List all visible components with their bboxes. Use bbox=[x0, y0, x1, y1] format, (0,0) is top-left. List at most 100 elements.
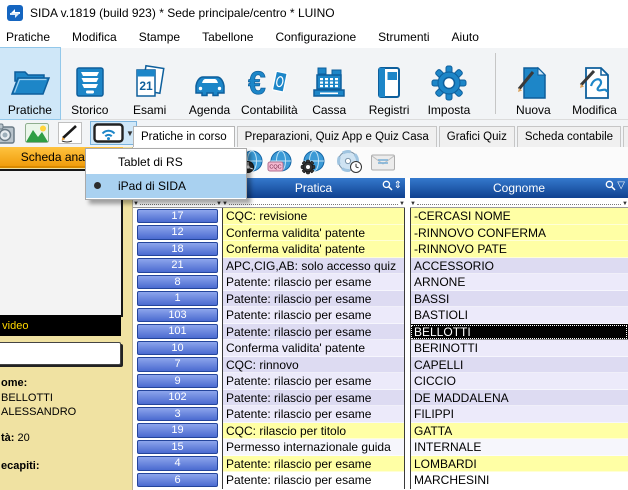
pratica-cell[interactable]: APC,CIG,AB: solo accesso quiz bbox=[222, 258, 405, 275]
filter-icon[interactable]: ▽ bbox=[617, 181, 625, 191]
row-number-cell[interactable]: 10 bbox=[137, 341, 218, 356]
cognome-cell[interactable]: FILIPPI bbox=[410, 406, 628, 423]
toolbar-label: Contabilità bbox=[241, 103, 298, 117]
pratica-cell[interactable]: Patente: rilascio per esame bbox=[222, 472, 405, 489]
cognome-cell[interactable]: ARNONE bbox=[410, 274, 628, 291]
search-icon[interactable] bbox=[382, 180, 393, 191]
row-number-cell[interactable]: 18 bbox=[137, 242, 218, 257]
pratica-cell[interactable]: CQC: rilascio per titolo bbox=[222, 423, 405, 440]
cognome-cell[interactable]: INTERNALE bbox=[410, 439, 628, 456]
row-number-cell[interactable]: 9 bbox=[137, 374, 218, 389]
column-header-pratica[interactable]: Pratica ⇕ bbox=[222, 178, 405, 198]
toolbar-cassa-button[interactable]: Cassa bbox=[299, 48, 359, 119]
pratica-cell[interactable]: Patente: rilascio per esame bbox=[222, 291, 405, 308]
toolbar-contabilita-button[interactable]: € Contabilità bbox=[239, 48, 299, 119]
cognome-cell[interactable]: CAPELLI bbox=[410, 357, 628, 374]
pratica-cell[interactable]: Permesso internazionale guida bbox=[222, 439, 405, 456]
row-number-cell[interactable]: 8 bbox=[137, 275, 218, 290]
filter-row-cognome[interactable]: ▼ ▼ bbox=[410, 198, 628, 208]
row-number-cell[interactable]: 4 bbox=[137, 456, 218, 471]
row-number-cell[interactable]: 12 bbox=[137, 225, 218, 240]
cognome-cell[interactable]: DE MADDALENA bbox=[410, 390, 628, 407]
globe-cqc-icon[interactable]: CQC bbox=[267, 150, 293, 175]
row-number-cell[interactable]: 102 bbox=[137, 390, 218, 405]
disc-history-icon[interactable] bbox=[337, 150, 363, 175]
cognome-cell[interactable]: CICCIO bbox=[410, 373, 628, 390]
cognome-cell[interactable]: BELLOTTI bbox=[410, 324, 628, 341]
row-number-cell[interactable]: 103 bbox=[137, 308, 218, 323]
cognome-cell[interactable]: ACCESSORIO bbox=[410, 258, 628, 275]
row-number-cell[interactable]: 3 bbox=[137, 407, 218, 422]
menu-stampe[interactable]: Stampe bbox=[128, 27, 191, 47]
sidebar-white-button[interactable] bbox=[0, 342, 121, 365]
menu-configurazione[interactable]: Configurazione bbox=[264, 27, 367, 47]
video-capture-bar[interactable]: o video bbox=[0, 315, 121, 336]
row-number-cell[interactable]: 15 bbox=[137, 440, 218, 455]
image-icon[interactable] bbox=[25, 122, 49, 144]
cognome-cell[interactable]: BASTIOLI bbox=[410, 307, 628, 324]
menu-item-tablet-di-rs[interactable]: Tablet di RS bbox=[86, 150, 246, 174]
toolbar-imposta-button[interactable]: Imposta bbox=[419, 48, 479, 119]
row-number-cell[interactable]: 6 bbox=[137, 473, 218, 488]
table-row: 6 Patente: rilascio per esame MARCHESINI bbox=[133, 472, 628, 489]
pratica-cell[interactable]: Conferma validita' patente bbox=[222, 241, 405, 258]
tab-pratiche-in-corso[interactable]: Pratiche in corso bbox=[133, 126, 235, 147]
pratica-cell[interactable]: CQC: rinnovo bbox=[222, 357, 405, 374]
table-rows: 17 CQC: revisione -CERCASI NOME 12 Confe… bbox=[133, 208, 628, 490]
pratica-cell[interactable]: Patente: rilascio per esame bbox=[222, 274, 405, 291]
column-header-cognome[interactable]: Cognome ▽ bbox=[410, 178, 628, 198]
camera-icon[interactable] bbox=[0, 122, 16, 145]
tab-preparazioni-quiz[interactable]: Preparazioni, Quiz App e Quiz Casa bbox=[237, 126, 437, 147]
toolbar-nuova-button[interactable]: Nuova bbox=[506, 48, 561, 119]
pratica-cell[interactable]: Patente: rilascio per esame bbox=[222, 456, 405, 473]
menu-item-ipad-di-sida[interactable]: iPad di SIDA bbox=[86, 174, 246, 198]
menu-tabellone[interactable]: Tabellone bbox=[191, 27, 264, 47]
pratica-cell[interactable]: Conferma validita' patente bbox=[222, 340, 405, 357]
filter-row-pratica[interactable]: ▼ ▼ bbox=[222, 198, 405, 208]
gear-icon bbox=[428, 63, 470, 103]
cognome-cell[interactable]: -RINNOVO PATE bbox=[410, 241, 628, 258]
tab-scheda-contabile[interactable]: Scheda contabile bbox=[517, 126, 621, 147]
row-number-cell[interactable]: 7 bbox=[137, 357, 218, 372]
cognome-cell[interactable]: BASSI bbox=[410, 291, 628, 308]
toolbar-registri-button[interactable]: Registri bbox=[359, 48, 419, 119]
toolbar-pratiche-button[interactable]: Pratiche bbox=[0, 48, 60, 119]
cognome-cell[interactable]: GATTA bbox=[410, 423, 628, 440]
menu-pratiche[interactable]: Pratiche bbox=[0, 27, 61, 47]
toolbar-storico-button[interactable]: Storico bbox=[60, 48, 120, 119]
signature-pen-icon[interactable] bbox=[58, 122, 82, 144]
row-number-cell[interactable]: 101 bbox=[137, 324, 218, 339]
row-number-cell[interactable]: 17 bbox=[137, 209, 218, 224]
row-number-cell[interactable]: 21 bbox=[137, 258, 218, 273]
student-firstname: ALESSANDRO bbox=[1, 405, 76, 419]
row-number-cell[interactable]: 1 bbox=[137, 291, 218, 306]
globe-gear-icon[interactable] bbox=[300, 150, 326, 175]
pratica-cell[interactable]: Patente: rilascio per esame bbox=[222, 324, 405, 341]
cognome-cell[interactable]: MARCHESINI bbox=[410, 472, 628, 489]
menu-aiuto[interactable]: Aiuto bbox=[441, 27, 490, 47]
pratica-cell[interactable]: CQC: revisione bbox=[222, 208, 405, 225]
cognome-cell[interactable]: BERINOTTI bbox=[410, 340, 628, 357]
tablet-sync-split-button[interactable]: ▼ bbox=[90, 121, 137, 145]
pratica-cell[interactable]: Patente: rilascio per esame bbox=[222, 373, 405, 390]
tablet-wifi-icon bbox=[93, 123, 124, 143]
menu-strumenti[interactable]: Strumenti bbox=[367, 27, 440, 47]
sort-icon[interactable]: ⇕ bbox=[394, 181, 402, 191]
tab-grafici-quiz[interactable]: Grafici Quiz bbox=[439, 126, 515, 147]
row-number-cell[interactable]: 19 bbox=[137, 423, 218, 438]
toolbar-agenda-button[interactable]: Agenda bbox=[180, 48, 240, 119]
pratica-cell[interactable]: Conferma validita' patente bbox=[222, 225, 405, 242]
toolbar-esami-button[interactable]: 21 Esami bbox=[120, 48, 180, 119]
tab-scadenze[interactable]: Scadenze bbox=[623, 126, 628, 147]
search-icon[interactable] bbox=[605, 180, 616, 191]
cognome-cell[interactable]: LOMBARDI bbox=[410, 456, 628, 473]
menu-modifica[interactable]: Modifica bbox=[61, 27, 128, 47]
pratica-cell[interactable]: Patente: rilascio per esame bbox=[222, 406, 405, 423]
table-row: 103 Patente: rilascio per esame BASTIOLI bbox=[133, 307, 628, 324]
mail-envelope-icon[interactable] bbox=[370, 150, 396, 175]
pratica-cell[interactable]: Patente: rilascio per esame bbox=[222, 307, 405, 324]
pratica-cell[interactable]: Patente: rilascio per esame bbox=[222, 390, 405, 407]
toolbar-modifica-button[interactable]: Modifica bbox=[567, 48, 622, 119]
cognome-cell[interactable]: -RINNOVO CONFERMA bbox=[410, 225, 628, 242]
cognome-cell[interactable]: -CERCASI NOME bbox=[410, 208, 628, 225]
